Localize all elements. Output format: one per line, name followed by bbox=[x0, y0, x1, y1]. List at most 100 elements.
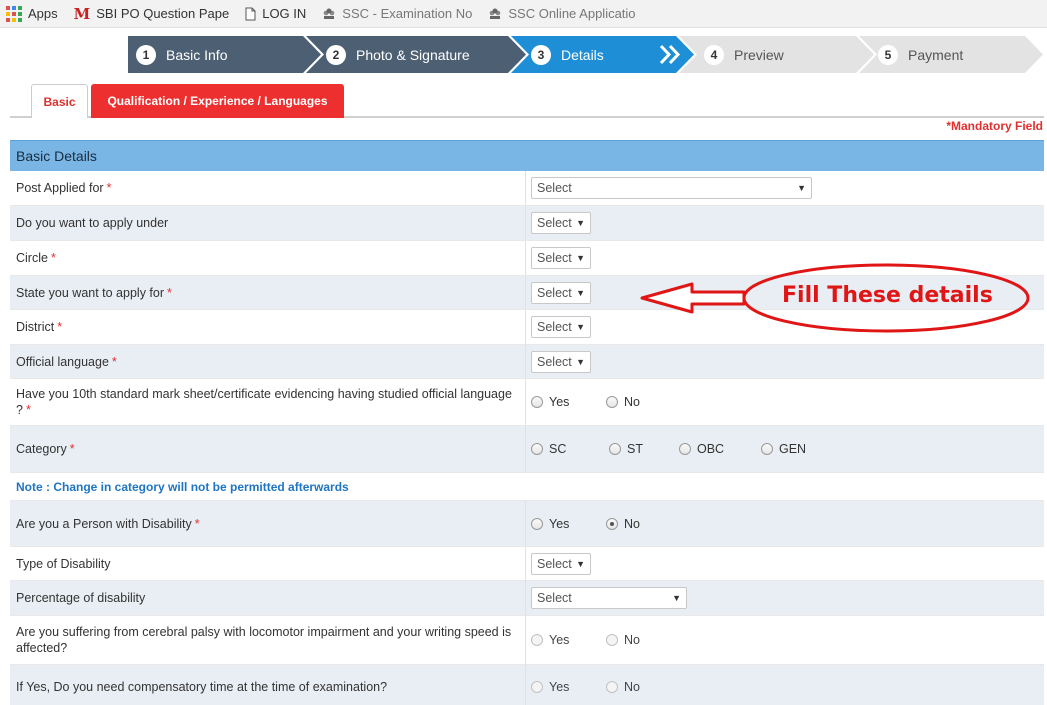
tab-qualification[interactable]: Qualification / Experience / Languages bbox=[91, 84, 344, 118]
radio-icon bbox=[531, 396, 543, 408]
emblem-icon bbox=[322, 7, 336, 21]
field-label: Category * bbox=[10, 426, 526, 472]
step-number: 3 bbox=[531, 44, 551, 65]
bookmark-label: SSC - Examination No bbox=[342, 6, 473, 21]
row-post-applied: Post Applied for * Select ▼ bbox=[10, 171, 1044, 206]
cerebral-palsy-yes-radio[interactable]: Yes bbox=[531, 633, 586, 647]
pwd-no-radio[interactable]: No bbox=[606, 517, 640, 531]
row-apply-under: Do you want to apply under Select ▼ bbox=[10, 206, 1044, 241]
chevron-down-icon: ▼ bbox=[576, 356, 585, 367]
step-label: Photo & Signature bbox=[356, 46, 470, 63]
cerebral-palsy-no-radio[interactable]: No bbox=[606, 633, 640, 647]
step-number: 4 bbox=[704, 44, 724, 65]
radio-icon bbox=[609, 443, 621, 455]
row-category-note: Note : Change in category will not be pe… bbox=[10, 473, 1044, 501]
category-st-radio[interactable]: ST bbox=[609, 442, 659, 456]
row-person-disability: Are you a Person with Disability * Yes No bbox=[10, 501, 1044, 547]
basic-details-form: Basic Details Post Applied for * Select ▼ … bbox=[10, 140, 1044, 705]
step-label: Basic Info bbox=[166, 46, 228, 63]
state-select[interactable]: Select ▼ bbox=[531, 281, 591, 304]
compensatory-yes-radio[interactable]: Yes bbox=[531, 680, 586, 694]
tab-basic[interactable]: Basic bbox=[31, 84, 88, 118]
bookmark-label: SSC Online Applicatio bbox=[508, 6, 636, 21]
radio-icon bbox=[761, 443, 773, 455]
chevron-down-icon: ▼ bbox=[576, 253, 585, 263]
bookmark-ssc-exam[interactable]: SSC - Examination No bbox=[322, 6, 472, 21]
apps-icon bbox=[6, 5, 22, 22]
radio-icon bbox=[679, 443, 691, 455]
chevron-down-icon: ▼ bbox=[576, 218, 585, 228]
page-icon bbox=[245, 7, 256, 21]
category-gen-radio[interactable]: GEN bbox=[761, 442, 806, 456]
bookmarks-bar: Apps M SBI PO Question Pape LOG IN SSC -… bbox=[0, 0, 1047, 28]
step-number: 2 bbox=[326, 44, 346, 65]
step-number: 5 bbox=[878, 44, 898, 65]
field-label: If Yes, Do you need compensatory time at… bbox=[10, 665, 526, 705]
annotation-text: Fill These details bbox=[782, 283, 993, 308]
chevron-down-icon: ▼ bbox=[797, 183, 806, 193]
official-language-select[interactable]: Select ▼ bbox=[531, 350, 591, 373]
row-category: Category * SC ST OBC GEN bbox=[10, 426, 1044, 473]
step-number: 1 bbox=[136, 44, 156, 65]
category-obc-radio[interactable]: OBC bbox=[679, 442, 741, 456]
row-tenth-standard: Have you 10th standard mark sheet/certif… bbox=[10, 379, 1044, 426]
step-payment[interactable]: 5 Payment bbox=[878, 36, 963, 73]
radio-icon bbox=[531, 517, 543, 530]
tenth-std-yes-radio[interactable]: Yes bbox=[531, 395, 586, 409]
row-disability-percentage: Percentage of disability Select ▼ bbox=[10, 581, 1044, 616]
step-basic-info[interactable]: 1 Basic Info bbox=[136, 36, 227, 73]
bookmark-login[interactable]: LOG IN bbox=[245, 6, 306, 21]
step-label: Payment bbox=[908, 46, 964, 63]
field-label: District * bbox=[10, 310, 526, 344]
radio-icon bbox=[606, 634, 618, 646]
row-circle: Circle * Select ▼ bbox=[10, 241, 1044, 276]
radio-icon bbox=[531, 443, 543, 455]
row-official-language: Official language * Select ▼ bbox=[10, 345, 1044, 379]
field-label: Circle * bbox=[10, 241, 526, 275]
field-label: Have you 10th standard mark sheet/certif… bbox=[10, 379, 526, 425]
field-label: Post Applied for * bbox=[10, 171, 526, 205]
field-label: Are you a Person with Disability * bbox=[10, 501, 526, 546]
disability-type-select[interactable]: Select ▼ bbox=[531, 552, 591, 575]
chevron-down-icon: ▼ bbox=[672, 593, 681, 603]
apply-under-select[interactable]: Select ▼ bbox=[531, 212, 591, 234]
field-label: Do you want to apply under bbox=[10, 206, 526, 240]
radio-checked-icon bbox=[606, 517, 618, 530]
step-details[interactable]: 3 Details bbox=[531, 36, 604, 73]
field-label: Type of Disability bbox=[10, 547, 526, 580]
emblem-icon bbox=[488, 7, 502, 21]
bookmark-label: Apps bbox=[28, 6, 58, 21]
step-label: Preview bbox=[734, 46, 784, 63]
bookmark-label: LOG IN bbox=[262, 6, 307, 21]
tenth-std-no-radio[interactable]: No bbox=[606, 395, 640, 409]
mandatory-field-note: *Mandatory Field bbox=[946, 119, 1043, 133]
bookmark-ssc-online[interactable]: SSC Online Applicatio bbox=[488, 6, 636, 21]
bookmark-label: SBI PO Question Pape bbox=[96, 6, 230, 21]
step-photo-signature[interactable]: 2 Photo & Signature bbox=[326, 36, 470, 73]
post-select[interactable]: Select ▼ bbox=[531, 177, 812, 199]
row-compensatory-time: If Yes, Do you need compensatory time at… bbox=[10, 665, 1044, 705]
field-label: Percentage of disability bbox=[10, 581, 526, 615]
form-tabs: Basic Qualification / Experience / Langu… bbox=[10, 84, 1044, 118]
progress-stepper: 1 Basic Info 2 Photo & Signature 3 Detai… bbox=[128, 36, 1043, 73]
pwd-yes-radio[interactable]: Yes bbox=[531, 517, 586, 531]
compensatory-no-radio[interactable]: No bbox=[606, 680, 640, 694]
field-label: State you want to apply for * bbox=[10, 276, 526, 309]
radio-icon bbox=[531, 634, 543, 646]
section-title: Basic Details bbox=[10, 140, 1044, 171]
chevron-down-icon: ▼ bbox=[576, 322, 585, 332]
chevron-down-icon: ▼ bbox=[576, 558, 585, 569]
district-select[interactable]: Select ▼ bbox=[531, 316, 591, 338]
circle-select[interactable]: Select ▼ bbox=[531, 247, 591, 269]
radio-icon bbox=[606, 680, 618, 693]
category-sc-radio[interactable]: SC bbox=[531, 442, 589, 456]
bookmark-apps[interactable]: Apps bbox=[6, 5, 58, 22]
radio-icon bbox=[531, 680, 543, 693]
step-preview[interactable]: 4 Preview bbox=[704, 36, 784, 73]
row-disability-type: Type of Disability Select ▼ bbox=[10, 547, 1044, 581]
category-note: Note : Change in category will not be pe… bbox=[16, 479, 349, 494]
chevron-down-icon: ▼ bbox=[576, 287, 585, 298]
field-label: Official language * bbox=[10, 345, 526, 378]
bookmark-sbi-po[interactable]: M SBI PO Question Pape bbox=[74, 5, 230, 23]
disability-percentage-select[interactable]: Select ▼ bbox=[531, 587, 687, 609]
